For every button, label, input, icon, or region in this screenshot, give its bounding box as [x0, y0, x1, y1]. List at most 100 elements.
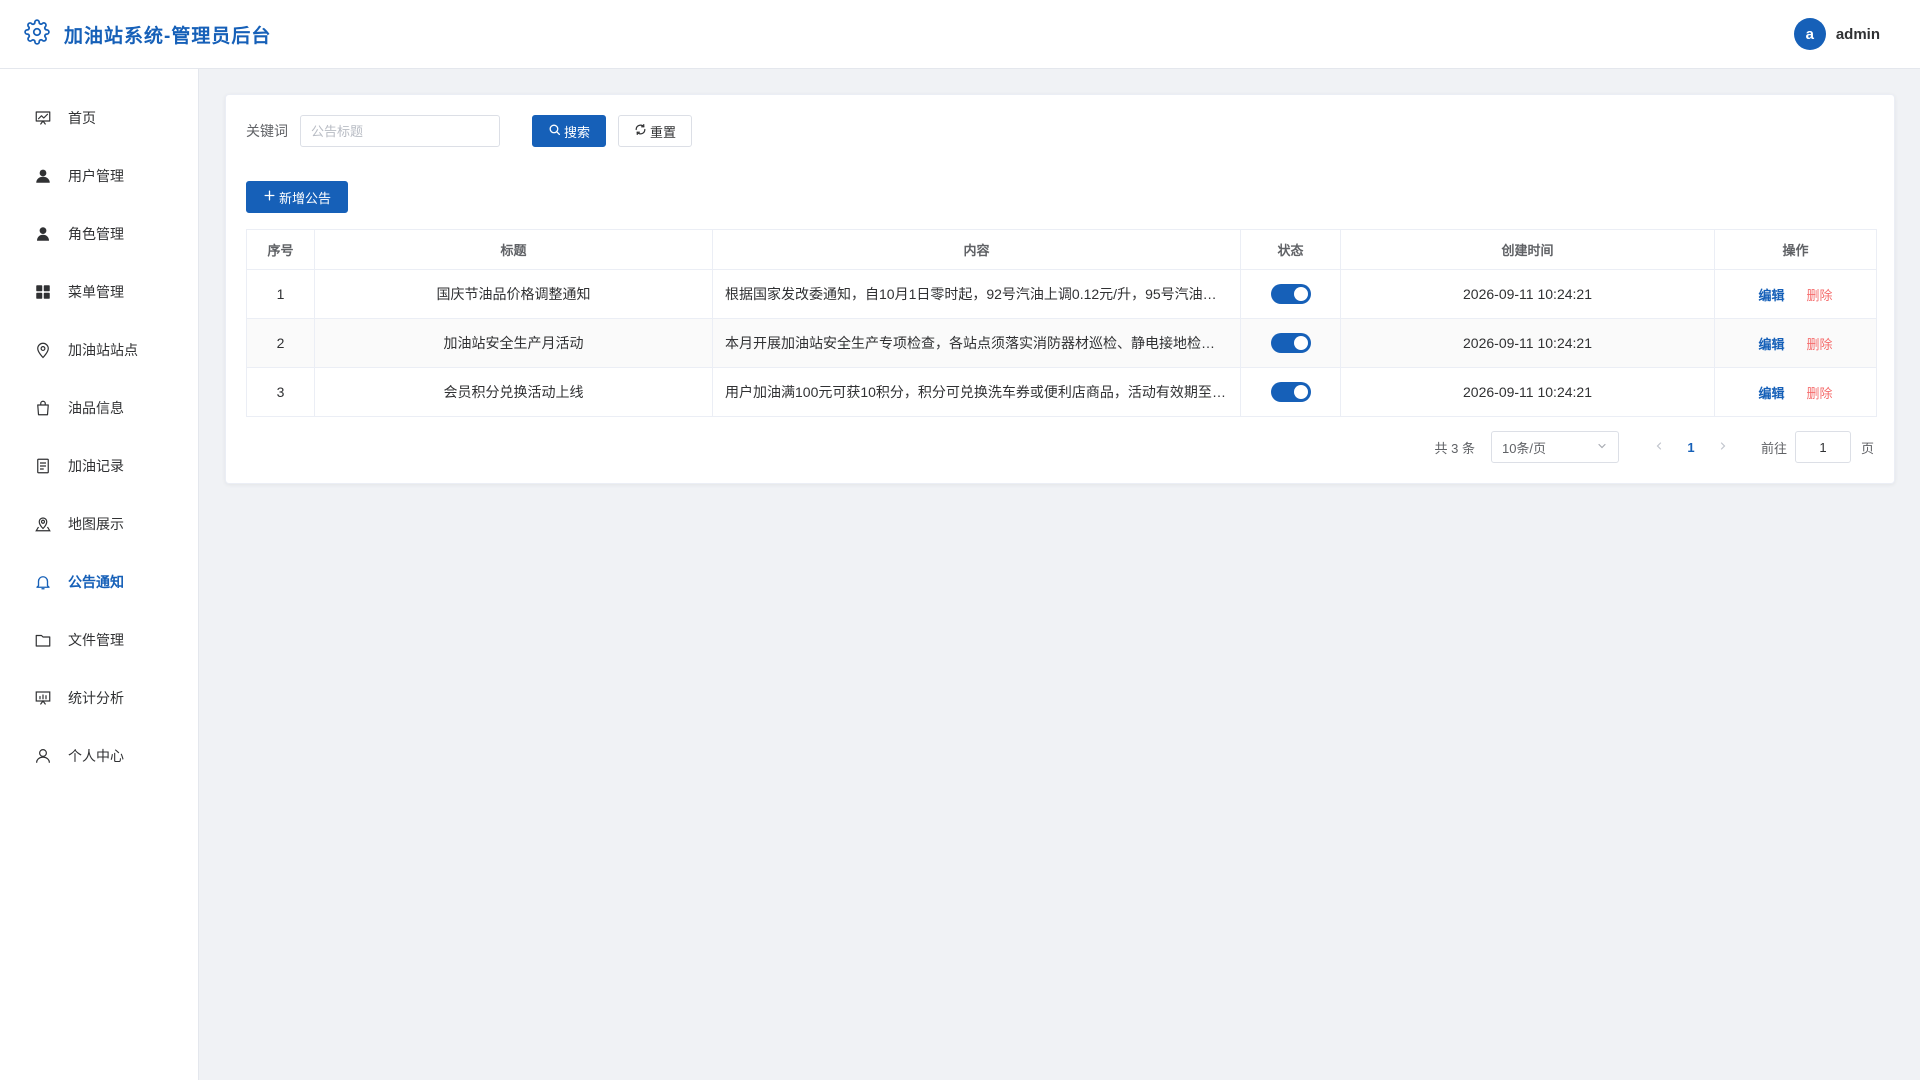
status-toggle[interactable] — [1270, 333, 1311, 353]
column-header-index: 序号 — [246, 229, 315, 270]
reset-button[interactable]: 重置 — [618, 115, 692, 147]
search-button-label: 搜索 — [563, 124, 590, 140]
row-content: 用户加油满100元可获10积分，积分可兑换洗车券或便利店商品，活动有效期至年底 — [712, 367, 1241, 417]
announcement-panel: 关键词 搜索 重置 新增公告 序号 标题 内 — [225, 94, 1895, 484]
keyword-label: 关键词 — [246, 123, 288, 139]
sidebar-item-roles[interactable]: 角色管理 — [0, 205, 198, 263]
table-row: 1 国庆节油品价格调整通知 根据国家发改委通知，自10月1日零时起，92号汽油上… — [246, 269, 1877, 319]
page-suffix: 页 — [1860, 440, 1874, 456]
chevron-down-icon — [1596, 440, 1608, 455]
sidebar: 首页 用户管理 角色管理 菜单管理 加油站站点 油品信息 加油记录 地图展示 公… — [0, 69, 199, 1080]
plus-icon — [263, 189, 276, 205]
sidebar-item-label: 地图展示 — [68, 516, 124, 532]
column-header-created: 创建时间 — [1340, 229, 1715, 270]
page-number-current[interactable]: 1 — [1675, 440, 1707, 455]
sidebar-item-fuel-records[interactable]: 加油记录 — [0, 437, 198, 495]
edit-link[interactable]: 编辑 — [1759, 288, 1785, 303]
sidebar-item-label: 文件管理 — [68, 632, 124, 648]
toggle-knob — [1293, 287, 1308, 301]
sidebar-item-label: 首页 — [68, 110, 96, 126]
page-size-value: 10条/页 — [1501, 440, 1547, 456]
sidebar-item-map[interactable]: 地图展示 — [0, 495, 198, 553]
table-row: 3 会员积分兑换活动上线 用户加油满100元可获10积分，积分可兑换洗车券或便利… — [246, 367, 1877, 417]
sidebar-item-profile[interactable]: 个人中心 — [0, 727, 198, 785]
avatar[interactable]: a — [1793, 18, 1826, 50]
edit-link[interactable]: 编辑 — [1759, 337, 1785, 352]
row-title: 会员积分兑换活动上线 — [314, 367, 713, 417]
sidebar-item-fuel-products[interactable]: 油品信息 — [0, 379, 198, 437]
search-bar: 关键词 搜索 重置 — [246, 115, 692, 147]
row-content: 本月开展加油站安全生产专项检查，各站点须落实消防器材巡检、静电接地检测等工作 — [712, 318, 1241, 368]
refresh-icon — [634, 123, 647, 139]
bell-icon — [34, 573, 52, 591]
toggle-knob — [1293, 336, 1308, 350]
top-header: 加油站系统-管理员后台 a admin — [0, 0, 1920, 69]
row-actions: 编辑 删除 — [1714, 318, 1877, 368]
table-header-row: 序号 标题 内容 状态 创建时间 操作 — [246, 229, 1877, 270]
delete-link[interactable]: 删除 — [1806, 337, 1832, 352]
sidebar-item-label: 角色管理 — [68, 226, 124, 242]
row-created-time: 2026-09-11 10:24:21 — [1340, 367, 1715, 417]
sidebar-item-files[interactable]: 文件管理 — [0, 611, 198, 669]
search-icon — [548, 123, 561, 139]
column-header-content: 内容 — [712, 229, 1241, 270]
sidebar-item-statistics[interactable]: 统计分析 — [0, 669, 198, 727]
user-menu[interactable]: a admin — [1793, 18, 1880, 50]
column-header-status: 状态 — [1240, 229, 1341, 270]
app-title: 加油站系统-管理员后台 — [64, 25, 272, 47]
sidebar-item-label: 菜单管理 — [68, 284, 124, 300]
role-icon — [34, 225, 52, 243]
chart-board-icon — [34, 689, 52, 707]
sidebar-item-stations[interactable]: 加油站站点 — [0, 321, 198, 379]
row-status — [1240, 269, 1341, 319]
map-location-icon — [34, 515, 52, 533]
row-title: 国庆节油品价格调整通知 — [314, 269, 713, 319]
document-icon — [34, 457, 52, 475]
brand: 加油站系统-管理员后台 — [24, 18, 272, 50]
edit-link[interactable]: 编辑 — [1759, 386, 1785, 401]
announcement-table: 序号 标题 内容 状态 创建时间 操作 1 国庆节油品价格调整通知 根据国家发改… — [246, 229, 1877, 417]
keyword-input[interactable] — [300, 115, 500, 147]
sidebar-item-label: 统计分析 — [68, 690, 124, 706]
user-filled-icon — [34, 167, 52, 185]
sidebar-item-home[interactable]: 首页 — [0, 89, 198, 147]
goto-page-input[interactable] — [1794, 431, 1851, 463]
dashboard-icon — [34, 109, 52, 127]
sidebar-item-users[interactable]: 用户管理 — [0, 147, 198, 205]
reset-button-label: 重置 — [649, 124, 676, 140]
pagination: 共 3 条 10条/页 1 前往 页 — [1434, 431, 1874, 463]
sidebar-item-label: 公告通知 — [68, 574, 124, 590]
row-index: 2 — [246, 318, 315, 368]
row-created-time: 2026-09-11 10:24:21 — [1340, 318, 1715, 368]
row-actions: 编辑 删除 — [1714, 269, 1877, 319]
prev-page-button[interactable] — [1643, 439, 1675, 455]
status-toggle[interactable] — [1270, 284, 1311, 304]
sidebar-item-label: 用户管理 — [68, 168, 124, 184]
add-button-label: 新增公告 — [278, 190, 331, 206]
delete-link[interactable]: 删除 — [1806, 386, 1832, 401]
total-count: 共 3 条 — [1434, 440, 1475, 456]
sidebar-item-announcements[interactable]: 公告通知 — [0, 553, 198, 611]
goto-label: 前往 — [1760, 440, 1787, 456]
delete-link[interactable]: 删除 — [1806, 288, 1832, 303]
page-size-select[interactable]: 10条/页 — [1490, 431, 1619, 463]
search-button[interactable]: 搜索 — [532, 115, 606, 147]
column-header-title: 标题 — [314, 229, 713, 270]
gear-icon — [24, 18, 50, 50]
username[interactable]: admin — [1836, 26, 1880, 43]
next-page-button[interactable] — [1707, 439, 1739, 455]
row-index: 1 — [246, 269, 315, 319]
sidebar-item-menus[interactable]: 菜单管理 — [0, 263, 198, 321]
sidebar-item-label: 加油记录 — [68, 458, 124, 474]
folder-icon — [34, 631, 52, 649]
sidebar-item-label: 加油站站点 — [68, 342, 138, 358]
row-actions: 编辑 删除 — [1714, 367, 1877, 417]
add-announcement-button[interactable]: 新增公告 — [246, 181, 348, 213]
sidebar-item-label: 油品信息 — [68, 400, 124, 416]
status-toggle[interactable] — [1270, 382, 1311, 402]
row-status — [1240, 318, 1341, 368]
row-index: 3 — [246, 367, 315, 417]
chevron-right-icon — [1720, 442, 1726, 450]
user-outline-icon — [34, 747, 52, 765]
sidebar-item-label: 个人中心 — [68, 748, 124, 764]
